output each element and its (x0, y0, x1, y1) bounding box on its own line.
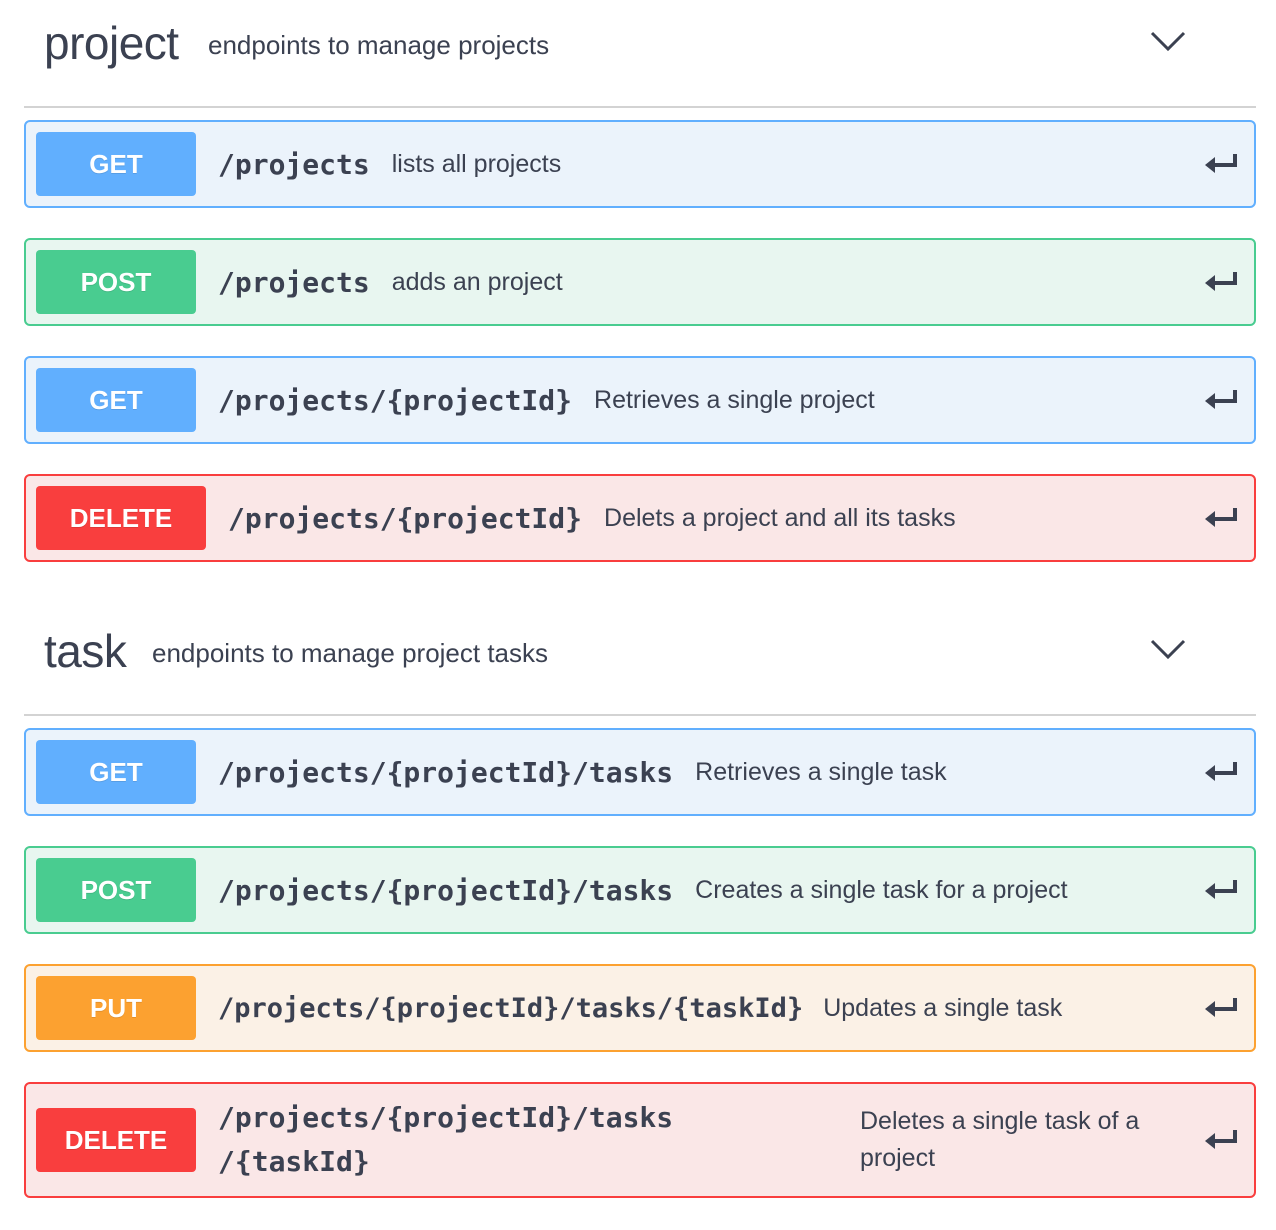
operation-path: /projects/{projectId}/tasks (218, 755, 674, 789)
operation-path-line: /{taskId} (218, 1145, 370, 1178)
method-badge-delete: DELETE (36, 1108, 196, 1172)
section-header-task[interactable]: task endpoints to manage project tasks (24, 608, 1256, 716)
operation-post-tasks[interactable]: POST /projects/{projectId}/tasks Creates… (24, 846, 1256, 934)
enter-arrow-icon (1205, 154, 1237, 173)
method-badge-get: GET (36, 368, 196, 432)
operation-summary: Retrieves a single task (695, 757, 947, 786)
section-task: task endpoints to manage project tasks (24, 608, 1256, 716)
operation-path: /projects/{projectId}/tasks (218, 873, 674, 907)
operation-summary: Creates a single task for a project (695, 875, 1068, 904)
method-badge-get: GET (36, 132, 196, 196)
operation-delete-project[interactable]: DELETE /projects/{projectId} Delets a pr… (24, 474, 1256, 562)
enter-arrow-icon (1205, 880, 1237, 899)
chevron-down-icon[interactable] (1150, 638, 1186, 660)
enter-arrow-icon (1205, 390, 1237, 409)
section-title: project (44, 17, 179, 69)
operation-path: /projects/{projectId} (218, 383, 573, 417)
operation-path: /projects/{projectId}/tasks /{taskId} (218, 1096, 838, 1184)
section-project: project endpoints to manage projects (24, 0, 1256, 108)
method-badge-get: GET (36, 740, 196, 804)
enter-arrow-icon (1205, 272, 1237, 291)
operation-post-projects[interactable]: POST /projects adds an project (24, 238, 1256, 326)
operation-summary: Delets a project and all its tasks (604, 503, 956, 532)
operation-get-projects[interactable]: GET /projects lists all projects (24, 120, 1256, 208)
operation-path: /projects (218, 265, 370, 299)
method-badge-post: POST (36, 250, 196, 314)
operation-get-tasks[interactable]: GET /projects/{projectId}/tasks Retrieve… (24, 728, 1256, 816)
enter-arrow-icon (1205, 508, 1237, 527)
chevron-down-icon[interactable] (1150, 30, 1186, 52)
operation-get-project-by-id[interactable]: GET /projects/{projectId} Retrieves a si… (24, 356, 1256, 444)
section-description: endpoints to manage project tasks (152, 638, 549, 668)
operation-put-task[interactable]: PUT /projects/{projectId}/tasks/{taskId}… (24, 964, 1256, 1052)
operation-summary: Retrieves a single project (594, 385, 875, 414)
method-badge-delete: DELETE (36, 486, 206, 550)
enter-arrow-icon (1205, 998, 1237, 1017)
operation-summary: Deletes a single task of a project (860, 1107, 1140, 1172)
enter-arrow-icon (1205, 762, 1237, 781)
section-title: task (44, 625, 127, 677)
section-description: endpoints to manage projects (208, 30, 550, 60)
method-badge-post: POST (36, 858, 196, 922)
operation-path: /projects/{projectId} (228, 501, 583, 535)
operation-path-line: /projects/{projectId}/tasks (218, 1101, 674, 1134)
operation-path: /projects/{projectId}/tasks/{taskId} (218, 992, 804, 1024)
method-badge-put: PUT (36, 976, 196, 1040)
enter-arrow-icon (1205, 1130, 1237, 1149)
operation-delete-task[interactable]: DELETE /projects/{projectId}/tasks /{tas… (24, 1082, 1256, 1198)
operation-path: /projects (218, 147, 370, 181)
operation-summary: lists all projects (391, 149, 562, 178)
operation-summary: adds an project (391, 267, 563, 296)
section-header-project[interactable]: project endpoints to manage projects (24, 0, 1256, 108)
operation-summary: Updates a single task (823, 993, 1063, 1022)
